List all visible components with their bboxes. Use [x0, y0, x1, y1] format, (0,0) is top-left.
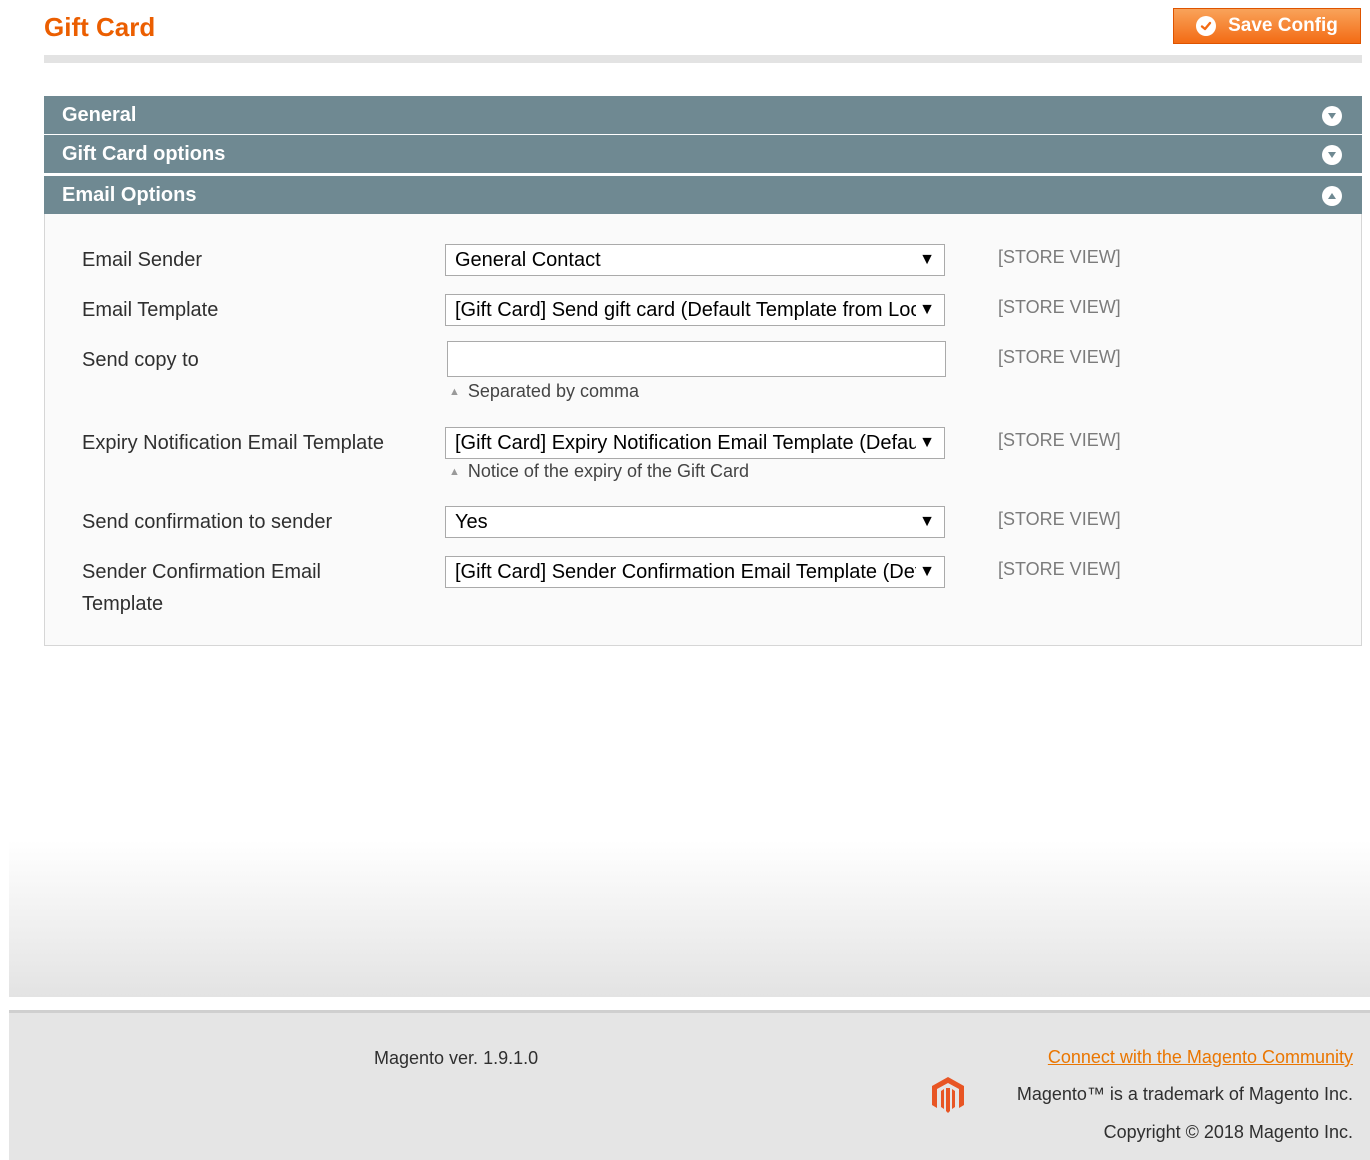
- send-copy-to-label: Send copy to: [82, 349, 199, 371]
- sender-confirmation-template-label-line2: Template: [82, 593, 164, 615]
- email-sender-select[interactable]: General Contact ▼: [445, 244, 945, 276]
- magento-logo-icon: [932, 1077, 964, 1113]
- dropdown-arrow-icon: ▼: [916, 428, 935, 458]
- expiry-template-select[interactable]: [Gift Card] Expiry Notification Email Te…: [445, 427, 945, 459]
- title-divider: [44, 55, 1362, 63]
- section-general-label: General: [62, 103, 137, 126]
- send-confirmation-value: Yes: [455, 511, 488, 533]
- expiry-template-note-text: Notice of the expiry of the Gift Card: [467, 461, 750, 481]
- dropdown-arrow-icon: ▼: [916, 295, 935, 325]
- section-general-header[interactable]: General: [44, 96, 1362, 134]
- section-gift-card-options-header[interactable]: Gift Card options: [44, 135, 1362, 173]
- sender-confirmation-template-label-line1: Sender Confirmation Email: [82, 561, 321, 583]
- checkmark-icon: [1196, 16, 1217, 36]
- section-gift-card-options-label: Gift Card options: [62, 142, 226, 165]
- email-template-value: [Gift Card] Send gift card (Default Temp…: [455, 299, 917, 321]
- expiry-template-scope: [STORE VIEW]: [998, 430, 1121, 450]
- save-config-label: Save Config: [1228, 15, 1338, 36]
- community-link[interactable]: Connect with the Magento Community: [1048, 1047, 1353, 1068]
- chevron-up-icon: [1322, 186, 1342, 206]
- section-email-options-label: Email Options: [62, 183, 197, 206]
- email-template-select[interactable]: [Gift Card] Send gift card (Default Temp…: [445, 294, 945, 326]
- save-config-button[interactable]: Save Config: [1173, 8, 1361, 44]
- note-triangle-icon: ▲: [449, 386, 460, 398]
- dropdown-arrow-icon: ▼: [916, 245, 935, 275]
- footer-trademark: Magento™ is a trademark of Magento Inc.: [1016, 1084, 1353, 1104]
- send-confirmation-select[interactable]: Yes ▼: [445, 506, 945, 538]
- send-confirmation-scope: [STORE VIEW]: [998, 509, 1121, 529]
- send-copy-to-note-text: Separated by comma: [467, 381, 639, 401]
- sender-confirmation-template-select[interactable]: [Gift Card] Sender Confirmation Email Te…: [445, 556, 945, 588]
- footer-gradient: [9, 840, 1370, 997]
- expiry-template-value: [Gift Card] Expiry Notification Email Te…: [455, 432, 917, 454]
- footer-copyright: Copyright © 2018 Magento Inc.: [1103, 1122, 1353, 1142]
- email-sender-scope: [STORE VIEW]: [998, 247, 1121, 267]
- email-template-scope: [STORE VIEW]: [998, 297, 1121, 317]
- sender-confirmation-template-value: [Gift Card] Sender Confirmation Email Te…: [455, 561, 917, 583]
- expiry-template-note: ▲ Notice of the expiry of the Gift Card: [449, 461, 749, 482]
- send-confirmation-label: Send confirmation to sender: [82, 511, 333, 533]
- send-copy-to-note: ▲ Separated by comma: [449, 381, 639, 402]
- section-email-options-header[interactable]: Email Options: [44, 176, 1362, 214]
- send-copy-to-scope: [STORE VIEW]: [998, 347, 1121, 367]
- footer-version: Magento ver. 1.9.1.0: [374, 1048, 539, 1068]
- sender-confirmation-template-label: Sender Confirmation Email Template: [82, 556, 321, 620]
- chevron-down-icon: [1322, 106, 1342, 126]
- chevron-down-icon: [1322, 145, 1342, 165]
- email-template-label: Email Template: [82, 299, 219, 321]
- page-title: Gift Card: [44, 12, 156, 42]
- dropdown-arrow-icon: ▼: [916, 507, 935, 537]
- note-triangle-icon: ▲: [449, 466, 460, 478]
- dropdown-arrow-icon: ▼: [916, 557, 935, 587]
- sender-confirmation-template-scope: [STORE VIEW]: [998, 559, 1121, 579]
- email-sender-value: General Contact: [455, 249, 601, 271]
- expiry-template-label: Expiry Notification Email Template: [82, 432, 384, 454]
- send-copy-to-input[interactable]: [447, 341, 946, 377]
- email-sender-label: Email Sender: [82, 249, 203, 271]
